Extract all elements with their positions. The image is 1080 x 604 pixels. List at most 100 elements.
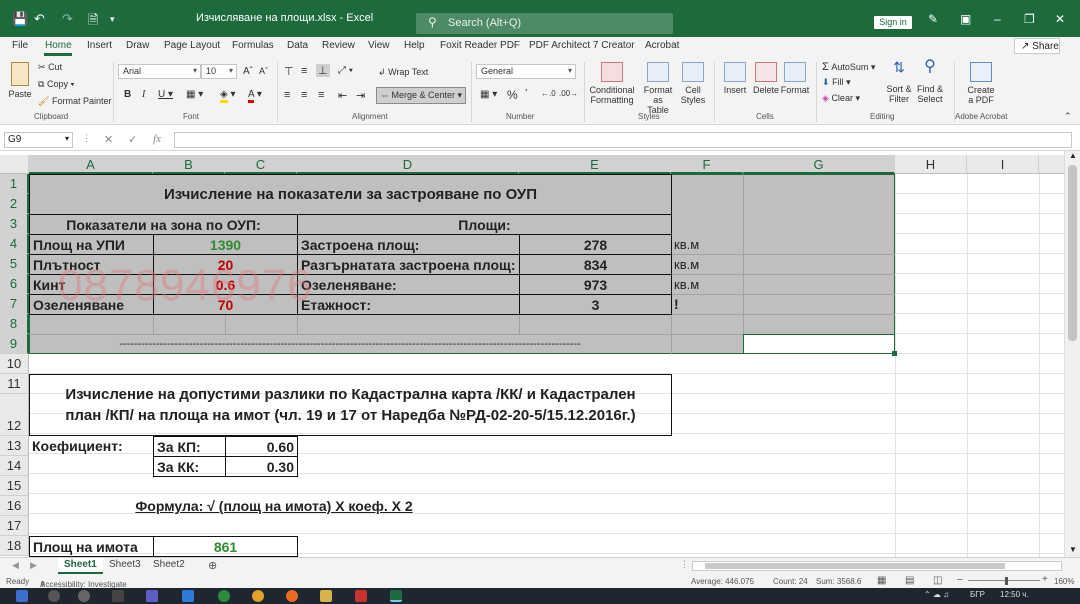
cell-styles-button[interactable]: Cell Styles	[678, 62, 708, 105]
cell-a13[interactable]: Коефициент:	[29, 436, 154, 456]
number-format-dropdown[interactable]: General ▾	[476, 64, 576, 79]
clear-button[interactable]: ◈ Clear ▾	[822, 93, 860, 104]
cell-b14[interactable]: За КК:	[153, 456, 226, 477]
sum-value[interactable]: Sum: 3568.6	[816, 577, 861, 586]
tab-help[interactable]: Help	[404, 40, 425, 51]
pen-icon[interactable]: ✎	[928, 12, 938, 26]
tray-icons[interactable]: ⌃ ☁ ♫	[924, 590, 949, 599]
title-cell[interactable]: Изчисление на показатели за застрояване …	[29, 174, 672, 215]
borders-icon[interactable]: ▦ ▾	[186, 89, 203, 100]
active-cell-g9[interactable]	[743, 334, 895, 354]
cell-b7[interactable]: 70	[153, 294, 298, 315]
tab-data[interactable]: Data	[287, 40, 308, 51]
language-indicator[interactable]: БГР	[970, 590, 985, 599]
page-layout-icon[interactable]: ▤	[905, 575, 914, 586]
name-box[interactable]: G9 ▾	[4, 132, 73, 148]
task-view-icon[interactable]	[112, 590, 124, 602]
cancel-entry-icon[interactable]: ✕	[104, 133, 113, 146]
scroll-thumb[interactable]	[705, 563, 1005, 569]
cell-f7[interactable]: !	[671, 294, 743, 314]
row-header-14[interactable]: 14	[0, 456, 29, 476]
tab-acrobat[interactable]: Acrobat	[645, 40, 679, 51]
app-icon[interactable]	[182, 590, 194, 602]
row-header-15[interactable]: 15	[0, 476, 29, 496]
cell-d5[interactable]: Разгърнатата застроена площ:	[297, 254, 520, 275]
chrome-icon[interactable]	[252, 590, 264, 602]
zone-header-cell[interactable]: Показатели на зона по ОУП:	[29, 214, 298, 235]
column-header-d[interactable]: D	[297, 155, 519, 174]
cell-f6[interactable]: кв.м	[671, 274, 743, 294]
cell-d7[interactable]: Етажност:	[297, 294, 520, 315]
row-header-2[interactable]: 2	[0, 194, 29, 214]
conditional-formatting-button[interactable]: Conditional Formatting	[588, 62, 636, 105]
vertical-scrollbar[interactable]: ▲ ▼	[1064, 151, 1080, 558]
tab-draw[interactable]: Draw	[126, 40, 149, 51]
cell-a6[interactable]: Кинт	[29, 274, 154, 295]
underline-icon[interactable]: U ▾	[158, 89, 173, 100]
zoom-slider-thumb[interactable]	[1005, 577, 1008, 585]
accounting-format-icon[interactable]: ▦ ▾	[480, 89, 497, 100]
add-sheet-icon[interactable]: ⊕	[208, 559, 217, 572]
copy-button[interactable]: ⧉ Copy ▾	[38, 79, 74, 90]
row-header-18[interactable]: 18	[0, 536, 29, 556]
search-taskbar-icon[interactable]	[48, 590, 60, 602]
customize-qat-icon[interactable]: ▾	[110, 14, 115, 25]
cell-a4[interactable]: Площ на УПИ	[29, 234, 154, 255]
row-header-13[interactable]: 13	[0, 436, 29, 456]
share-button[interactable]: ↗ Share	[1014, 38, 1060, 54]
comma-style-icon[interactable]: ʼ	[525, 88, 527, 100]
minimize-icon[interactable]: –	[994, 12, 1001, 26]
increase-indent-icon[interactable]: ⇥	[356, 89, 365, 102]
create-pdf-button[interactable]: Create a PDF	[964, 62, 998, 105]
insert-cells-button[interactable]: Insert	[720, 62, 750, 95]
normal-view-icon[interactable]: ▦	[877, 575, 886, 586]
cell-b18[interactable]: 861	[153, 536, 298, 557]
align-left-icon[interactable]: ≡	[284, 89, 290, 101]
merge-center-button[interactable]: ⇔ Merge & Center ▾	[376, 87, 467, 104]
column-header-e[interactable]: E	[519, 155, 671, 174]
fill-handle[interactable]	[892, 351, 897, 356]
tab-file[interactable]: File	[12, 40, 28, 51]
wrap-text-button[interactable]: ↲ Wrap Text	[378, 67, 428, 78]
column-header-c[interactable]: C	[225, 155, 297, 174]
italic-icon[interactable]: I	[142, 89, 145, 100]
increase-font-icon[interactable]: Aˆ	[243, 66, 253, 77]
format-cells-button[interactable]: Format	[780, 62, 810, 95]
format-as-table-button[interactable]: Format as Table	[638, 62, 678, 115]
cell-c13[interactable]: 0.60	[225, 436, 298, 457]
maximize-icon[interactable]: ❐	[1024, 12, 1035, 26]
explorer-icon[interactable]	[320, 590, 332, 602]
cell-e7[interactable]: 3	[519, 294, 672, 315]
select-all-corner[interactable]	[0, 155, 29, 174]
delete-cells-button[interactable]: Delete	[751, 62, 781, 95]
teams-icon[interactable]	[146, 590, 158, 602]
search-box[interactable]: ⚲ Search (Alt+Q)	[416, 13, 673, 34]
cortana-icon[interactable]	[78, 590, 90, 602]
zoom-level[interactable]: 160%	[1054, 577, 1074, 586]
scroll-down-icon[interactable]: ▼	[1069, 545, 1077, 554]
redo-icon[interactable]: ↷	[62, 11, 73, 27]
increase-decimal-icon[interactable]: ←.0	[541, 89, 556, 98]
font-size-dropdown[interactable]: 10 ▾	[201, 64, 237, 79]
cell-d4[interactable]: Застроена площ:	[297, 234, 520, 255]
cell-a5[interactable]: Плътност	[29, 254, 154, 275]
next-sheet-icon[interactable]: ▶	[30, 560, 37, 571]
row-header-4[interactable]: 4	[0, 234, 29, 254]
column-header-f[interactable]: F	[671, 155, 743, 174]
fill-button[interactable]: ⬇ Fill ▾	[822, 77, 851, 88]
tab-formulas[interactable]: Formulas	[232, 40, 274, 51]
formula-text-cell[interactable]: Формула: √ (площ на имота) X коеф. X 2	[29, 496, 519, 516]
sheet-tab-sheet3[interactable]: Sheet3	[103, 558, 147, 574]
cell-a18[interactable]: Площ на имота	[29, 536, 154, 557]
align-bottom-icon[interactable]: ⊥	[316, 64, 330, 77]
cell-e4[interactable]: 278	[519, 234, 672, 255]
zoom-slider[interactable]	[968, 580, 1040, 581]
tab-home[interactable]: Home	[45, 40, 72, 51]
tab-page-layout[interactable]: Page Layout	[164, 40, 220, 51]
tab-insert[interactable]: Insert	[87, 40, 112, 51]
sign-in-button[interactable]: Sign in	[874, 16, 912, 29]
cut-button[interactable]: ✂ Cut	[38, 62, 62, 73]
excel-icon[interactable]	[390, 590, 402, 602]
sheet-tab-sheet1[interactable]: Sheet1	[58, 558, 103, 574]
row-header-16[interactable]: 16	[0, 496, 29, 516]
